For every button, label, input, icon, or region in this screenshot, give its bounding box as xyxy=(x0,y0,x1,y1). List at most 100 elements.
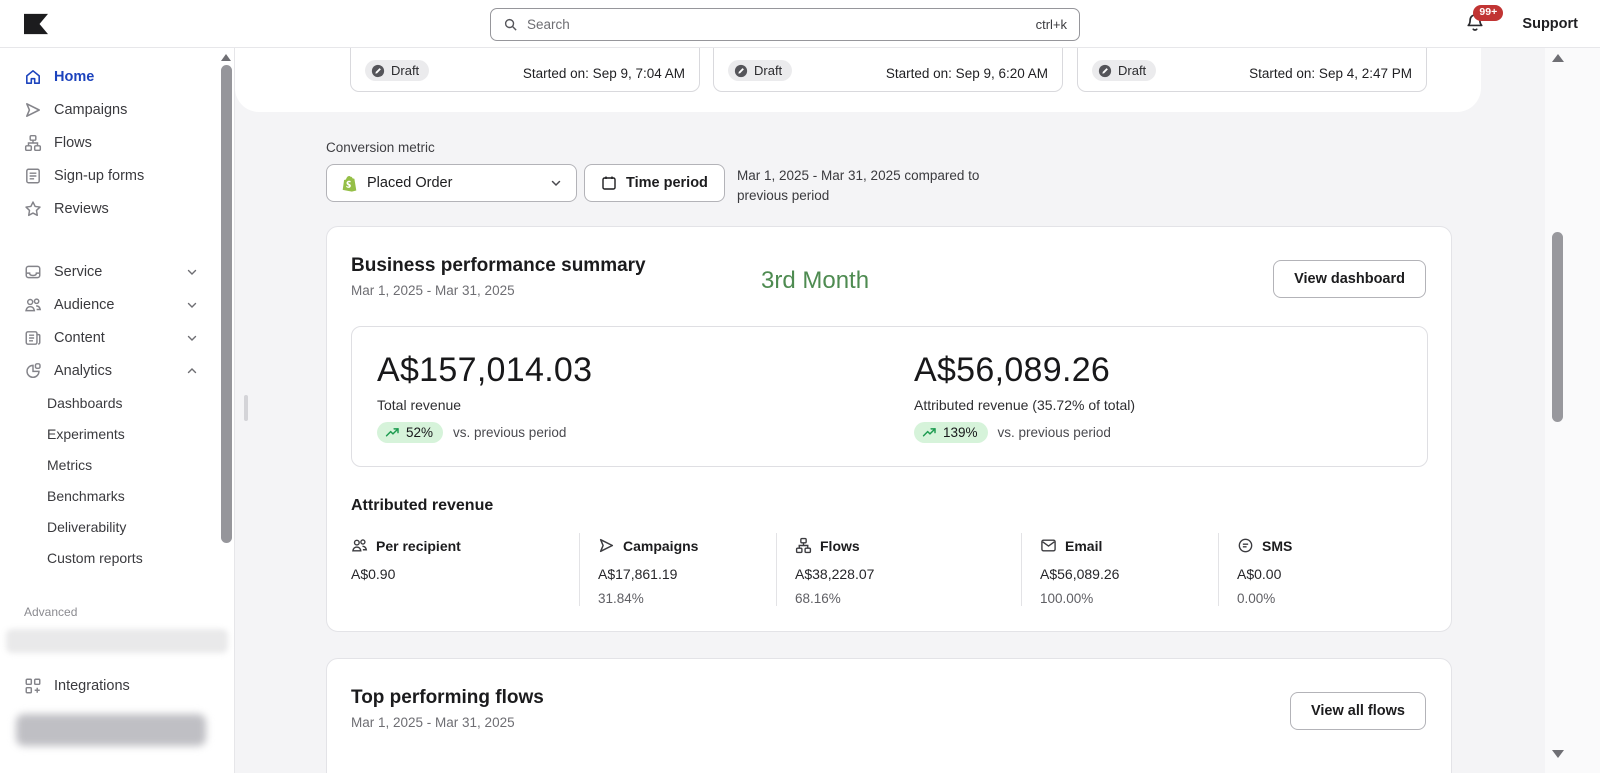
sidebar-item-label: Metrics xyxy=(47,457,92,473)
sidebar-item-label: Content xyxy=(54,330,105,346)
star-icon xyxy=(24,200,42,218)
view-all-flows-button[interactable]: View all flows xyxy=(1290,692,1426,730)
notification-count-badge: 99+ xyxy=(1473,5,1503,21)
klaviyo-logo-icon[interactable] xyxy=(24,13,48,35)
breakdown-flows: Flows A$38,228.07 68.16% xyxy=(776,533,1021,606)
view-dashboard-button[interactable]: View dashboard xyxy=(1273,260,1426,298)
sidebar-item-home[interactable]: Home xyxy=(0,60,234,93)
sidebar-item-dashboards[interactable]: Dashboards xyxy=(0,387,234,418)
draft-pencil-icon xyxy=(1098,64,1112,78)
sidebar-item-label: Reviews xyxy=(54,201,109,217)
top-performing-flows-card: Top performing flows Mar 1, 2025 - Mar 3… xyxy=(326,658,1452,773)
conversion-metric-label: Conversion metric xyxy=(326,140,435,155)
send-icon xyxy=(24,101,42,119)
sidebar-resize-handle[interactable] xyxy=(244,395,248,421)
support-link[interactable]: Support xyxy=(1522,16,1578,32)
shopify-icon xyxy=(341,175,358,192)
sidebar-scrollbar-thumb[interactable] xyxy=(221,65,232,543)
status-badge: Draft xyxy=(1092,60,1156,81)
summary-date-range: Mar 1, 2025 - Mar 31, 2025 xyxy=(351,283,1427,298)
flow-chart-icon xyxy=(795,537,812,554)
sidebar: Home Campaigns Flows Sign-up forms Revie… xyxy=(0,48,235,773)
chevron-down-icon xyxy=(186,299,198,311)
sms-icon xyxy=(1237,537,1254,554)
send-icon xyxy=(598,537,615,554)
month-annotation: 3rd Month xyxy=(761,267,869,295)
time-period-button[interactable]: Time period xyxy=(584,164,725,202)
sidebar-item-experiments[interactable]: Experiments xyxy=(0,418,234,449)
sidebar-group-analytics[interactable]: Analytics xyxy=(0,354,234,387)
revenue-stats-box: A$157,014.03 Total revenue 52% vs. previ… xyxy=(351,326,1428,467)
chevron-down-icon xyxy=(186,266,198,278)
search-shortcut: ctrl+k xyxy=(1036,17,1067,32)
chevron-down-icon xyxy=(186,332,198,344)
status-badge: Draft xyxy=(365,60,429,81)
change-badge: 52% xyxy=(377,422,443,443)
attributed-revenue-title: Attributed revenue xyxy=(351,497,493,515)
sidebar-item-metrics[interactable]: Metrics xyxy=(0,449,234,480)
sidebar-item-label: Integrations xyxy=(54,678,130,694)
sidebar-item-integrations[interactable]: Integrations xyxy=(0,669,234,702)
sidebar-scrollbar-up-arrow[interactable] xyxy=(221,54,231,61)
vs-previous-period-text: vs. previous period xyxy=(998,425,1111,440)
draft-campaign-card[interactable]: Draft Started on: Sep 9, 7:04 AM xyxy=(350,48,700,92)
attributed-revenue-metric: A$56,089.26 Attributed revenue (35.72% o… xyxy=(914,351,1135,443)
business-performance-summary-card: Business performance summary Mar 1, 2025… xyxy=(326,226,1452,632)
trend-up-icon xyxy=(385,427,400,438)
sidebar-item-signup-forms[interactable]: Sign-up forms xyxy=(0,159,234,192)
search-icon xyxy=(503,17,518,32)
attributed-revenue-value: A$56,089.26 xyxy=(914,351,1135,390)
people-icon xyxy=(24,296,42,314)
home-icon xyxy=(24,68,42,86)
advanced-section-label: Advanced xyxy=(0,605,234,619)
vs-previous-period-text: vs. previous period xyxy=(453,425,566,440)
draft-campaign-card[interactable]: Draft Started on: Sep 9, 6:20 AM xyxy=(713,48,1063,92)
conversion-metric-select[interactable]: Placed Order xyxy=(326,164,577,202)
sidebar-item-label: Benchmarks xyxy=(47,488,125,504)
started-on-text: Started on: Sep 9, 6:20 AM xyxy=(886,66,1048,81)
sidebar-item-label: Campaigns xyxy=(54,102,127,118)
sidebar-group-content[interactable]: Content xyxy=(0,321,234,354)
sidebar-item-label: Dashboards xyxy=(47,395,123,411)
redacted-account-item[interactable] xyxy=(16,714,206,746)
change-badge: 139% xyxy=(914,422,988,443)
sidebar-item-label: Home xyxy=(54,69,94,85)
draft-pencil-icon xyxy=(371,64,385,78)
attributed-revenue-label: Attributed revenue (35.72% of total) xyxy=(914,397,1135,413)
pie-chart-icon xyxy=(24,362,42,380)
breakdown-per-recipient: Per recipient A$0.90 xyxy=(351,533,579,606)
sidebar-item-custom-reports[interactable]: Custom reports xyxy=(0,542,234,573)
inbox-icon xyxy=(24,263,42,281)
main-scrollbar-thumb[interactable] xyxy=(1552,232,1563,422)
started-on-text: Started on: Sep 4, 2:47 PM xyxy=(1249,66,1412,81)
sidebar-item-reviews[interactable]: Reviews xyxy=(0,192,234,225)
summary-title: Business performance summary xyxy=(351,255,1427,277)
breakdown-sms: SMS A$0.00 0.00% xyxy=(1218,533,1408,606)
sidebar-item-label: Deliverability xyxy=(47,519,126,535)
flow-chart-icon xyxy=(24,134,42,152)
sidebar-item-benchmarks[interactable]: Benchmarks xyxy=(0,480,234,511)
sidebar-item-flows[interactable]: Flows xyxy=(0,126,234,159)
recent-activity-panel: Draft Started on: Sep 9, 7:04 AM Draft S… xyxy=(235,48,1481,112)
chevron-down-icon xyxy=(550,177,562,189)
notifications-button[interactable]: 99+ xyxy=(1464,12,1488,36)
sidebar-item-label: Experiments xyxy=(47,426,125,442)
breakdown-email: Email A$56,089.26 100.00% xyxy=(1021,533,1218,606)
sidebar-group-service[interactable]: Service xyxy=(0,255,234,288)
sidebar-item-label: Service xyxy=(54,264,102,280)
calendar-icon xyxy=(601,175,617,191)
trend-up-icon xyxy=(922,427,937,438)
sidebar-item-campaigns[interactable]: Campaigns xyxy=(0,93,234,126)
form-document-icon xyxy=(24,167,42,185)
search-box[interactable]: ctrl+k xyxy=(490,8,1080,41)
sidebar-group-audience[interactable]: Audience xyxy=(0,288,234,321)
search-input[interactable] xyxy=(527,17,1027,32)
top-flows-date-range: Mar 1, 2025 - Mar 31, 2025 xyxy=(351,715,1427,730)
sidebar-item-label: Custom reports xyxy=(47,550,143,566)
redacted-sidebar-item[interactable] xyxy=(6,629,228,653)
status-badge: Draft xyxy=(728,60,792,81)
main-scrollbar-down-arrow[interactable] xyxy=(1552,750,1564,758)
sidebar-item-deliverability[interactable]: Deliverability xyxy=(0,511,234,542)
draft-campaign-card[interactable]: Draft Started on: Sep 4, 2:47 PM xyxy=(1077,48,1427,92)
main-scrollbar-up-arrow[interactable] xyxy=(1552,54,1564,62)
